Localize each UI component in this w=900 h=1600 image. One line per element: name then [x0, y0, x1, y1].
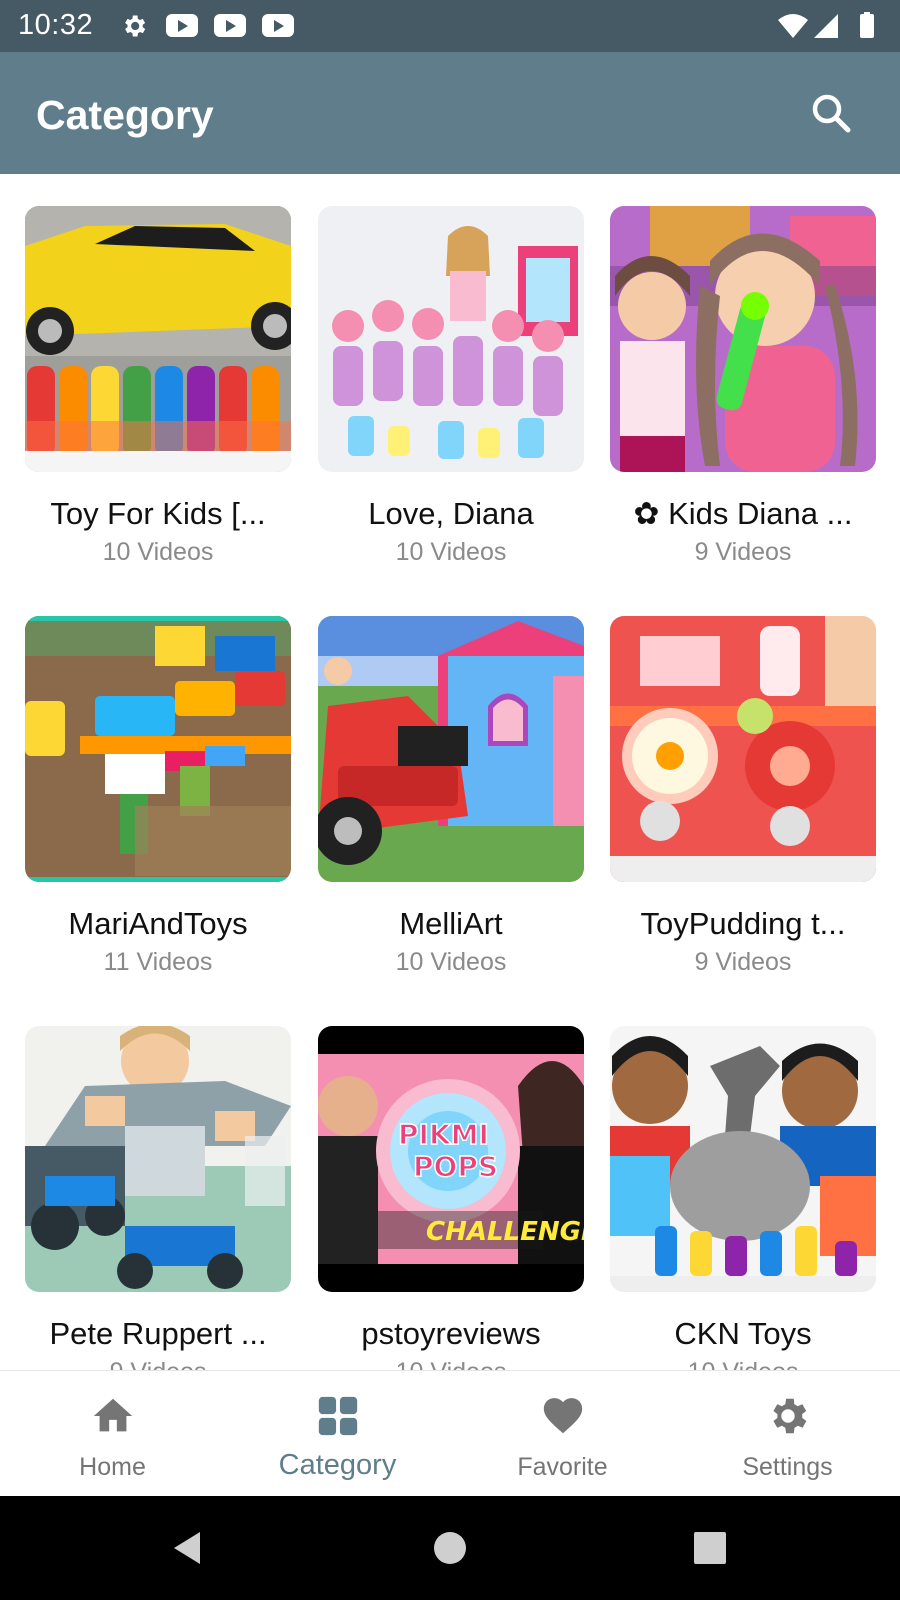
search-button[interactable] [806, 88, 858, 140]
channel-card[interactable]: CKN Toys 10 Videos [610, 1026, 876, 1370]
video-count: 10 Videos [318, 1358, 584, 1370]
video-count: 9 Videos [25, 1358, 291, 1370]
channel-name: Toy For Kids [... [50, 496, 266, 531]
channel-name: ✿ Kids Diana ... [633, 496, 853, 531]
wifi-icon [778, 14, 808, 38]
nav-item-favorite[interactable]: Favorite [450, 1371, 675, 1497]
video-count: 9 Videos [694, 538, 792, 566]
channel-card[interactable]: Love, Diana 10 Videos [318, 206, 584, 567]
channel-thumbnail [318, 206, 584, 472]
channel-name: CKN Toys [674, 1316, 812, 1351]
video-count: 10 Videos [395, 538, 507, 566]
channel-card[interactable]: PIKMI POPS CHALLENGE pstoyreviews 10 Vid… [318, 1026, 584, 1370]
settings-icon [125, 15, 146, 37]
status-right-icons [778, 12, 874, 38]
channel-thumbnail [610, 616, 876, 882]
nav-item-category[interactable]: Category [225, 1371, 450, 1497]
channel-card[interactable]: ToyPudding t... 9 Videos [610, 616, 876, 977]
status-bar: 10:32 [0, 0, 900, 52]
channel-card[interactable]: MelliArt 10 Videos [318, 616, 584, 977]
nav-label-home: Home [79, 1453, 146, 1481]
system-navigation-bar [0, 1496, 900, 1600]
channel-card[interactable]: MariAndToys 11 Videos [25, 616, 291, 977]
nav-item-settings[interactable]: Settings [675, 1371, 900, 1497]
channel-grid: Toy For Kids [... 10 Videos Love, Diana … [0, 174, 900, 1370]
channel-name: Love, Diana [368, 496, 534, 531]
heart-icon [543, 1398, 583, 1434]
channel-name: Pete Ruppert ... [49, 1316, 267, 1351]
channel-thumbnail: PIKMI POPS CHALLENGE [318, 1026, 584, 1292]
channel-name: ToyPudding t... [640, 906, 846, 941]
search-icon [812, 94, 851, 133]
nav-label-favorite: Favorite [517, 1453, 608, 1481]
channel-thumbnail [610, 1026, 876, 1292]
thumb-text-pikmi: PIKMI [398, 1118, 489, 1151]
battery-icon [860, 14, 874, 38]
nav-label-settings: Settings [742, 1453, 833, 1481]
home-circle-icon[interactable] [428, 1526, 472, 1570]
channel-card[interactable]: Pete Ruppert ... 9 Videos [25, 1026, 291, 1370]
channel-card[interactable]: ✿ Kids Diana ... 9 Videos [610, 206, 876, 567]
thumb-text-challenge: CHALLENGE [426, 1217, 584, 1247]
nav-label-category: Category [278, 1449, 397, 1481]
channel-thumbnail [610, 206, 876, 472]
back-icon[interactable] [166, 1526, 210, 1570]
signal-icon [814, 14, 838, 38]
bottom-navigation: Home Category Favorite Settings [0, 1370, 900, 1496]
recents-icon[interactable] [688, 1526, 732, 1570]
youtube-icon [262, 14, 294, 37]
gear-icon [773, 1398, 807, 1434]
channel-name: pstoyreviews [361, 1316, 541, 1351]
channel-thumbnail [25, 616, 291, 882]
video-count: 10 Videos [610, 1358, 876, 1370]
video-count: 10 Videos [395, 948, 507, 976]
status-time: 10:32 [18, 9, 94, 41]
video-count: 10 Videos [102, 538, 214, 566]
youtube-icon [166, 14, 198, 37]
app-bar: Category [0, 52, 900, 174]
channel-thumbnail [25, 206, 291, 472]
channel-name: MelliArt [399, 906, 503, 941]
channel-name: MariAndToys [68, 906, 248, 941]
thumb-text-pops: POPS [413, 1150, 498, 1183]
video-count: 9 Videos [694, 948, 792, 976]
nav-item-home[interactable]: Home [0, 1371, 225, 1497]
home-icon [93, 1398, 133, 1432]
channel-thumbnail [25, 1026, 291, 1292]
grid-icon [318, 1396, 358, 1436]
youtube-icon [214, 14, 246, 37]
video-count: 11 Videos [103, 948, 213, 976]
channel-thumbnail [318, 616, 584, 882]
channel-card[interactable]: Toy For Kids [... 10 Videos [25, 206, 291, 567]
page-title: Category [36, 92, 214, 138]
